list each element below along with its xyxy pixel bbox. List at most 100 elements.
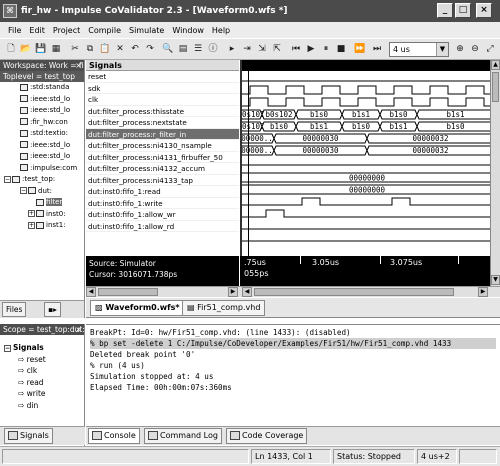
close-window-button[interactable]: × <box>476 3 492 18</box>
zoom-out-icon[interactable]: ⊖ <box>468 42 482 56</box>
scope-signal[interactable]: ⇨ write <box>0 388 84 400</box>
signal-row[interactable]: clk <box>86 94 239 106</box>
new-file-icon[interactable]: 🗋 <box>4 42 18 56</box>
signal-row[interactable]: reset <box>86 71 239 83</box>
signal-row[interactable]: dut:filter_process:ni4133_tap <box>86 175 239 186</box>
info-icon[interactable]: ⓘ <box>206 42 220 56</box>
zoom-fit-icon[interactable]: ⤢ <box>483 42 497 56</box>
scroll-up-icon[interactable]: ▲ <box>491 60 500 70</box>
scroll-down-icon[interactable]: ▼ <box>491 275 500 285</box>
step-into-icon[interactable]: ⇲ <box>255 42 269 56</box>
tab-waveform[interactable]: ▨ Waveform0.wfs* <box>90 300 185 316</box>
tree-item[interactable]: + inst1: <box>0 220 84 232</box>
tree-item[interactable]: :std:textio: <box>0 128 84 140</box>
signal-row[interactable]: dut:filter_process:ni4132_accum <box>86 163 239 175</box>
scope-signal[interactable]: ⇨ read <box>0 377 84 389</box>
maximize-window-button[interactable]: □ <box>455 3 471 18</box>
step-icon[interactable]: ▸ <box>225 42 239 56</box>
pause-icon[interactable]: ⏸ <box>319 42 333 56</box>
close-icon[interactable]: × <box>75 324 82 335</box>
signal-row[interactable]: dut:filter_process:ni4131_firbuffer_50 <box>86 152 239 163</box>
open-folder-icon[interactable]: 📂 <box>19 42 33 56</box>
waveform-horizontal-scrollbar[interactable]: ◀ ▶ ◀ ▶ <box>86 286 500 297</box>
tab-files[interactable]: Files <box>2 302 27 317</box>
signal-row[interactable]: dut:filter_process:thisstate <box>86 106 239 117</box>
tree-item[interactable]: + inst0: <box>0 209 84 221</box>
tree-item[interactable]: :impulse:com <box>0 163 84 175</box>
signal-row[interactable]: sdk <box>86 83 239 94</box>
tree-item[interactable]: :std:standa <box>0 82 84 94</box>
tab-vhdl-file[interactable]: ▤ Fir51_comp.vhd <box>182 300 266 316</box>
tab-code-coverage[interactable]: Code Coverage <box>226 428 308 444</box>
step-over-icon[interactable]: ⇥ <box>240 42 254 56</box>
scope-signal[interactable]: ⇨ clk <box>0 365 84 377</box>
scope-signal[interactable]: ⇨ din <box>0 400 84 412</box>
menu-simulate[interactable]: Simulate <box>129 26 164 35</box>
list-icon[interactable]: ☰ <box>191 42 205 56</box>
hscroll-thumb[interactable] <box>98 288 158 296</box>
paste-icon[interactable]: 📋 <box>98 42 112 56</box>
menu-edit[interactable]: Edit <box>29 26 45 35</box>
redo-icon[interactable]: ↷ <box>143 42 157 56</box>
run-time-select[interactable]: 4 us ▼ <box>389 42 449 57</box>
chevron-down-icon[interactable]: ▼ <box>436 43 448 56</box>
tree-item[interactable]: −:test_top: <box>0 174 84 186</box>
tab-command-log[interactable]: Command Log <box>144 428 222 444</box>
menu-project[interactable]: Project <box>53 26 80 35</box>
scope-signal[interactable]: ⇨ reset <box>0 354 84 366</box>
collapse-icon[interactable]: − <box>4 345 11 352</box>
tree-item-selected[interactable]: filter <box>0 197 84 209</box>
run-until-icon[interactable]: ⏭ <box>370 42 384 56</box>
step-out-icon[interactable]: ⇱ <box>270 42 284 56</box>
expand-icon[interactable]: + <box>28 221 35 229</box>
scroll-right-icon[interactable]: ▶ <box>228 287 238 297</box>
hscroll-thumb[interactable] <box>254 288 454 296</box>
save-all-icon[interactable]: ▦ <box>49 42 63 56</box>
restart-icon[interactable]: ⏮ <box>289 42 303 56</box>
signal-row[interactable]: dut:inst0:fifo_1:allow_rd <box>86 221 239 232</box>
scroll-left-icon[interactable]: ◀ <box>242 287 252 297</box>
tree-item[interactable]: :ieee:std_lo <box>0 94 84 106</box>
run-for-icon[interactable]: ⏩ <box>353 42 367 56</box>
menu-help[interactable]: Help <box>212 26 230 35</box>
collapse-icon[interactable]: − <box>20 187 27 194</box>
signal-row-selected[interactable]: dut:filter_process:r_filter_in <box>86 128 239 140</box>
menu-file[interactable]: File <box>8 26 21 35</box>
tree-item[interactable]: :fir_hw:con <box>0 117 84 129</box>
find-icon[interactable]: 🔍 <box>161 42 175 56</box>
minimize-window-button[interactable]: _ <box>437 3 453 18</box>
collapse-icon[interactable]: − <box>4 175 11 183</box>
undo-icon[interactable]: ↶ <box>128 42 142 56</box>
tab-signals[interactable]: Signals <box>4 428 53 444</box>
scroll-right-icon[interactable]: ▶ <box>478 287 488 297</box>
save-icon[interactable]: 💾 <box>34 42 48 56</box>
tab-console[interactable]: Console <box>88 428 140 444</box>
compile-icon[interactable]: ▤ <box>176 42 190 56</box>
menu-compile[interactable]: Compile <box>88 26 121 35</box>
scroll-thumb[interactable] <box>492 72 499 102</box>
waveform-vertical-scrollbar[interactable]: ▲ ▼ <box>490 60 500 286</box>
scope-signals-header[interactable]: − Signals <box>0 342 84 354</box>
menu-window[interactable]: Window <box>172 26 204 35</box>
cut-icon[interactable]: ✂ <box>68 42 82 56</box>
tree-item[interactable]: − dut: <box>0 186 84 198</box>
signal-row[interactable]: dut:inst0:fifo_1:read <box>86 186 239 198</box>
tree-item[interactable]: :ieee:std_lo <box>0 105 84 117</box>
waveform-view[interactable]: b0s101b0s102b1s0b1s1b1s0b1s1 b0s102b1s0b… <box>240 60 490 286</box>
scroll-left-icon[interactable]: ◀ <box>86 287 96 297</box>
copy-icon[interactable]: ⧉ <box>83 42 97 56</box>
tree-item[interactable]: :ieee:std_lo <box>0 140 84 152</box>
signal-row[interactable]: dut:inst0:fifo_1:allow_wr <box>86 209 239 221</box>
zoom-in-icon[interactable]: ⊕ <box>453 42 467 56</box>
signal-row[interactable]: dut:inst0:fifo_1:write <box>86 198 239 209</box>
stop-icon[interactable]: ■ <box>334 42 348 56</box>
close-icon[interactable]: × <box>75 60 82 71</box>
delete-icon[interactable]: ✕ <box>113 42 127 56</box>
signal-row[interactable]: dut:filter_process:nextstate <box>86 117 239 129</box>
console-output[interactable]: BreakPt: Id=0: hw/Fir51_comp.vhd: (line … <box>86 324 500 426</box>
expand-icon[interactable]: + <box>28 210 35 217</box>
tree-item[interactable]: :ieee:std_lo <box>0 151 84 163</box>
time-cursor[interactable] <box>248 60 249 286</box>
signal-row[interactable]: dut:filter_process:ni4130_nsample <box>86 140 239 152</box>
tab-hierarchy[interactable]: ▪▸ <box>44 302 61 317</box>
